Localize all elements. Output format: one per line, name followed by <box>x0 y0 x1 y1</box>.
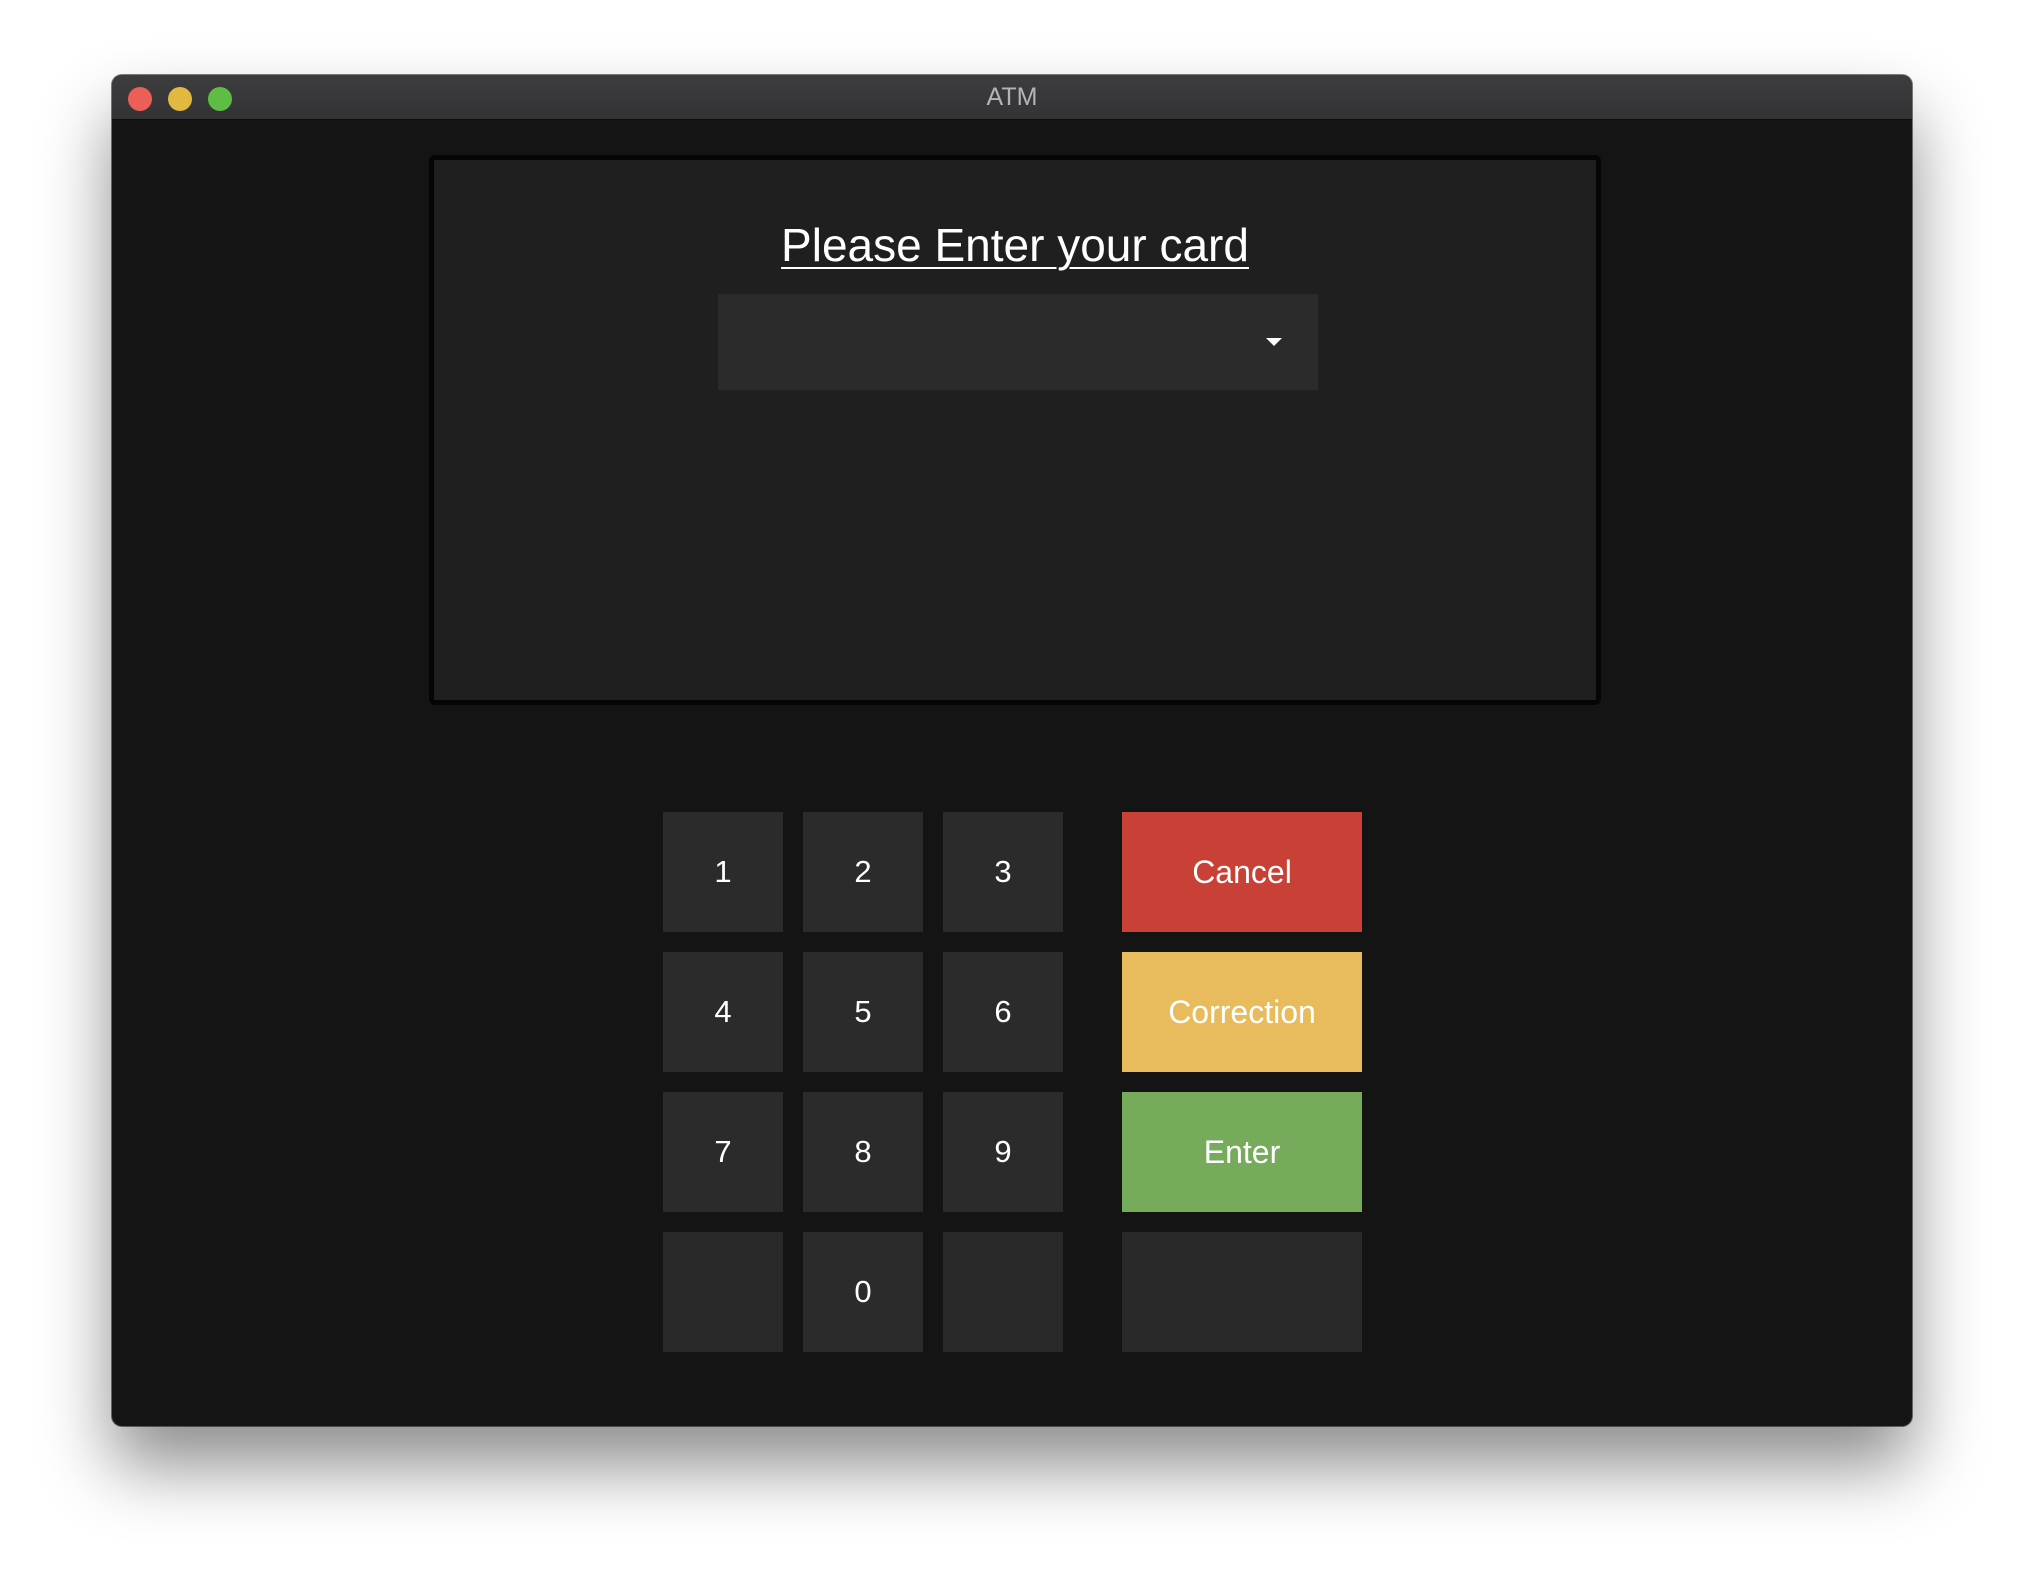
key-6[interactable]: 6 <box>943 952 1063 1072</box>
key-8[interactable]: 8 <box>803 1092 923 1212</box>
atm-screen: Please Enter your card <box>429 155 1601 705</box>
atm-window: ATM Please Enter your card 1 2 3 4 5 6 7… <box>112 75 1912 1426</box>
enter-button[interactable]: Enter <box>1122 1092 1362 1212</box>
window-title: ATM <box>986 83 1038 111</box>
screen-prompt: Please Enter your card <box>781 219 1249 271</box>
key-9[interactable]: 9 <box>943 1092 1063 1212</box>
key-blank-left[interactable] <box>663 1232 783 1352</box>
cancel-button[interactable]: Cancel <box>1122 812 1362 932</box>
key-2[interactable]: 2 <box>803 812 923 932</box>
key-4[interactable]: 4 <box>663 952 783 1072</box>
correction-button[interactable]: Correction <box>1122 952 1362 1072</box>
key-1[interactable]: 1 <box>663 812 783 932</box>
title-bar: ATM <box>112 75 1912 120</box>
key-3[interactable]: 3 <box>943 812 1063 932</box>
card-select-dropdown[interactable] <box>718 294 1318 390</box>
key-5[interactable]: 5 <box>803 952 923 1072</box>
key-7[interactable]: 7 <box>663 1092 783 1212</box>
blank-function-button[interactable] <box>1122 1232 1362 1352</box>
key-blank-right[interactable] <box>943 1232 1063 1352</box>
key-0[interactable]: 0 <box>803 1232 923 1352</box>
dropdown-arrow-icon <box>1266 338 1282 346</box>
